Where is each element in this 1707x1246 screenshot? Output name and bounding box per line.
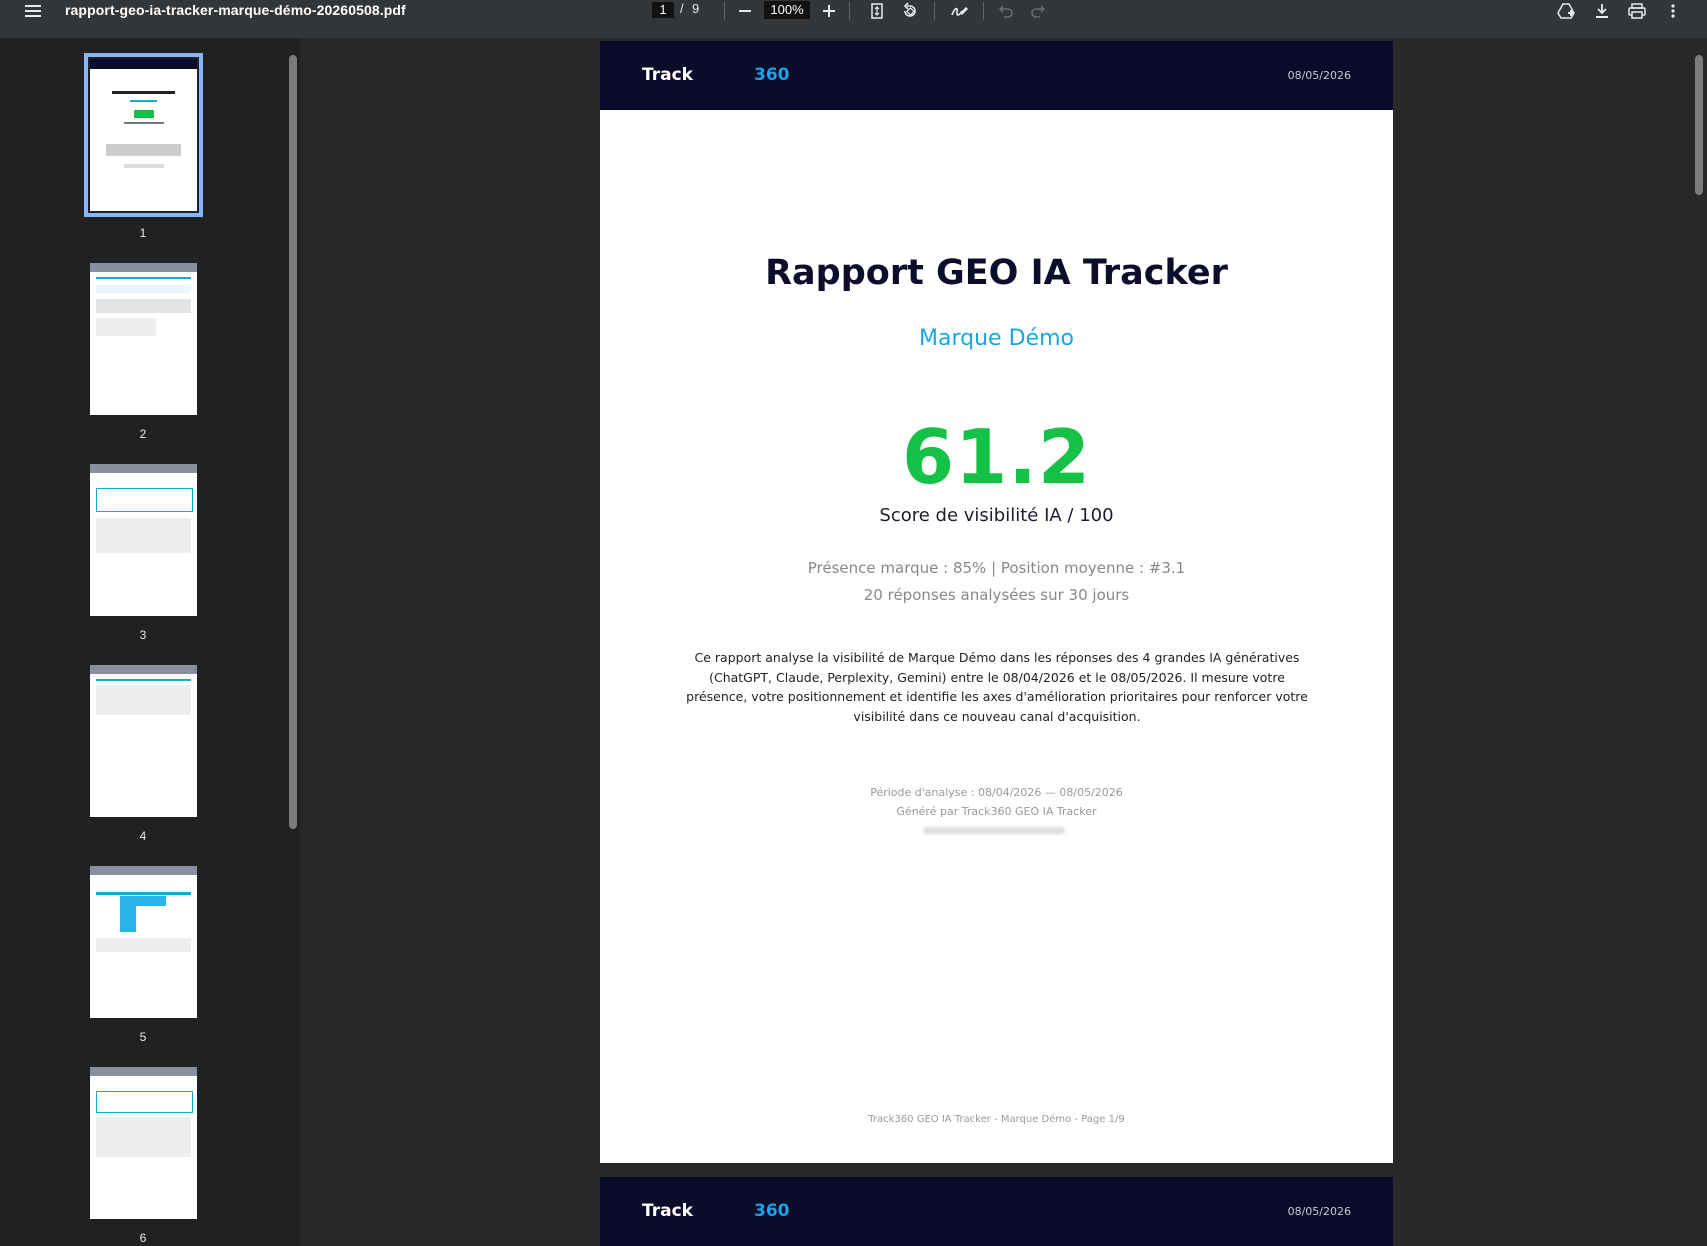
thumbnail-page-5[interactable] xyxy=(90,866,197,1018)
report-description: Ce rapport analyse la visibilité de Marq… xyxy=(686,650,1308,724)
thumbnail-number: 1 xyxy=(139,226,147,240)
thumbnail-page-6[interactable] xyxy=(90,1067,197,1219)
score-label: Score de visibilité IA / 100 xyxy=(879,505,1114,526)
fit-page-icon[interactable] xyxy=(865,0,889,22)
thumbnail-page-2[interactable] xyxy=(90,263,197,415)
sidebar-scrollbar-thumb[interactable] xyxy=(289,55,297,829)
thumbnail-sidebar xyxy=(0,38,287,1246)
thumbnail-number: 4 xyxy=(139,829,147,843)
analysis-period: Période d'analyse : 08/04/2026 — 08/05/2… xyxy=(870,786,1123,799)
visibility-score: 61.2 xyxy=(901,413,1092,501)
thumbnail-number: 5 xyxy=(139,1030,147,1044)
zoom-in-icon[interactable] xyxy=(817,0,841,22)
report-date: 08/05/2026 xyxy=(1287,69,1351,82)
thumbnail-number: 2 xyxy=(139,427,147,441)
add-to-drive-icon[interactable] xyxy=(1554,0,1578,22)
rotate-icon[interactable] xyxy=(898,0,922,22)
thumbnail-page-4[interactable] xyxy=(90,665,197,817)
thumbnail-number: 6 xyxy=(139,1231,147,1245)
responses-stats: 20 réponses analysées sur 30 jours xyxy=(863,586,1130,604)
page-footer: Track360 GEO IA Tracker - Marque Démo - … xyxy=(868,1114,1125,1125)
more-options-icon[interactable] xyxy=(1661,0,1685,22)
zoom-out-icon[interactable] xyxy=(733,0,757,22)
annotate-icon[interactable] xyxy=(948,0,972,22)
download-icon[interactable] xyxy=(1590,0,1614,22)
document-scrollbar-thumb[interactable] xyxy=(1695,55,1703,195)
brand-name: Marque Démo xyxy=(919,326,1074,351)
redacted-text xyxy=(923,827,1065,834)
thumbnail-page-3[interactable] xyxy=(90,464,197,616)
generated-by: Généré par Track360 GEO IA Tracker xyxy=(896,805,1097,818)
total-pages: 9 xyxy=(692,1,700,16)
print-icon[interactable] xyxy=(1625,0,1649,22)
menu-icon[interactable] xyxy=(18,0,48,22)
toolbar-divider xyxy=(934,2,935,20)
report-date: 08/05/2026 xyxy=(1287,1205,1351,1218)
toolbar-divider xyxy=(849,2,850,20)
report-title: Rapport GEO IA Tracker xyxy=(765,253,1228,293)
toolbar-divider xyxy=(983,2,984,20)
thumbnail-number: 3 xyxy=(139,628,147,642)
logo-360: 360 xyxy=(754,1201,790,1221)
pdf-page-2: Track 360 08/05/2026 xyxy=(600,1177,1393,1246)
logo-360: 360 xyxy=(754,65,790,85)
redo-icon[interactable] xyxy=(1026,0,1050,22)
thumbnail-page-1[interactable] xyxy=(84,53,203,217)
pdf-page-1: Track 360 08/05/2026 Rapport GEO IA Trac… xyxy=(600,41,1393,1163)
page-header: Track 360 08/05/2026 xyxy=(600,1177,1393,1246)
presence-stats: Présence marque : 85% | Position moyenne… xyxy=(807,559,1186,577)
logo-track: Track xyxy=(642,65,693,85)
zoom-level-input[interactable]: 100% xyxy=(764,1,810,19)
pdf-toolbar: rapport-geo-ia-tracker-marque-démo-20260… xyxy=(0,0,1707,38)
page-separator: / xyxy=(680,1,684,16)
logo-track: Track xyxy=(642,1201,693,1221)
toolbar-divider xyxy=(724,2,725,20)
page-header: Track 360 08/05/2026 xyxy=(600,41,1393,110)
current-page-input[interactable]: 1 xyxy=(652,2,674,18)
undo-icon[interactable] xyxy=(994,0,1018,22)
file-name: rapport-geo-ia-tracker-marque-démo-20260… xyxy=(65,2,406,18)
